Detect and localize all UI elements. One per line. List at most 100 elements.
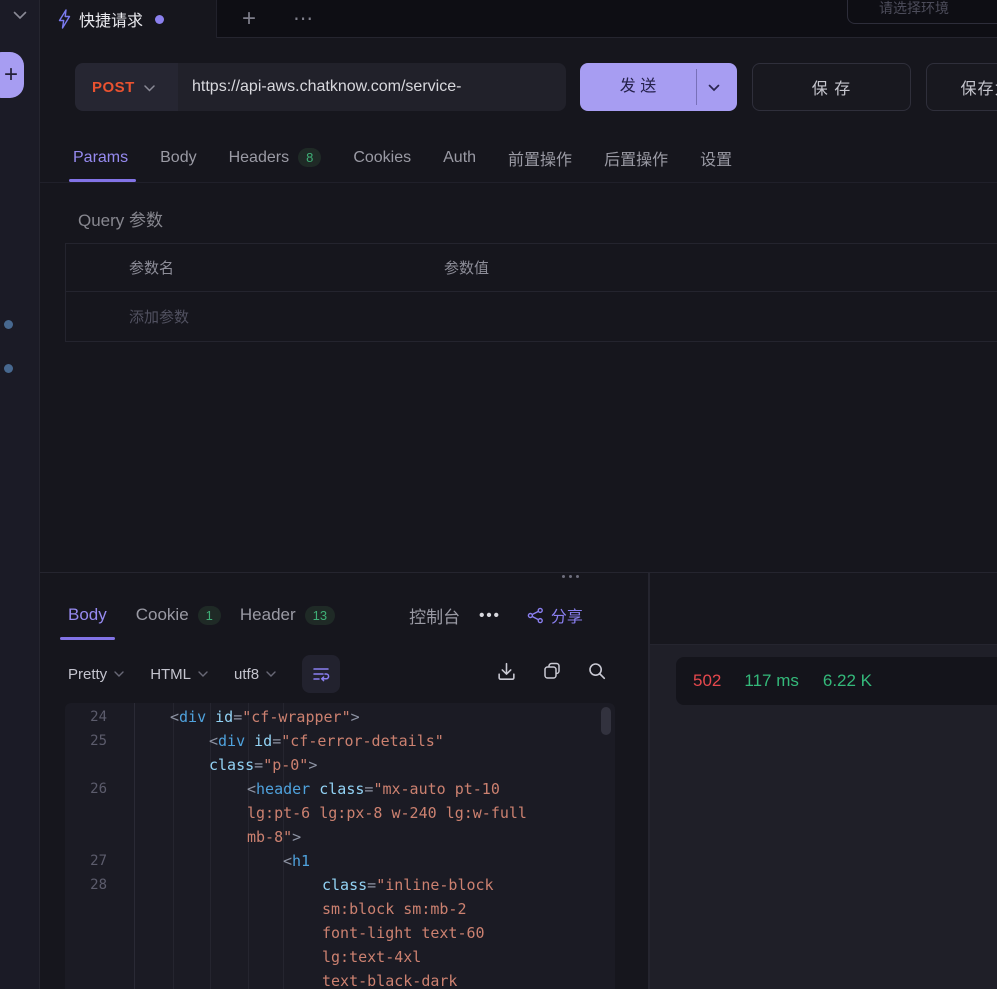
request-tab-后置操作[interactable]: 后置操作 bbox=[604, 134, 668, 182]
tab-label: 设置 bbox=[700, 146, 732, 170]
line-number: 26 bbox=[65, 777, 107, 801]
request-tab-Headers[interactable]: Headers8 bbox=[229, 134, 322, 182]
response-meta-header bbox=[650, 573, 997, 645]
save-as-button[interactable]: 保存为 bbox=[926, 63, 997, 111]
request-tab-Params[interactable]: Params bbox=[73, 134, 128, 182]
code-line[interactable]: lg:text-4xl bbox=[135, 945, 601, 969]
code-line[interactable]: <header class="mx-auto pt-10 bbox=[135, 777, 601, 801]
response-tab-Header[interactable]: Header13 bbox=[240, 590, 335, 640]
send-button[interactable]: 发 送 bbox=[580, 63, 737, 111]
tab-label: 后置操作 bbox=[604, 146, 668, 170]
request-tab-Body[interactable]: Body bbox=[160, 134, 196, 182]
code-line[interactable]: font-light text-60 bbox=[135, 921, 601, 945]
tab-label: 前置操作 bbox=[508, 146, 572, 170]
share-icon bbox=[527, 607, 544, 624]
response-tab-Body[interactable]: Body bbox=[68, 590, 107, 640]
line-number: 27 bbox=[65, 849, 107, 873]
tabs-overflow-icon[interactable]: ••• bbox=[479, 607, 501, 624]
send-label: 发 送 bbox=[580, 63, 696, 111]
tab-label: Headers bbox=[229, 149, 289, 167]
new-tab-button[interactable]: + bbox=[228, 0, 270, 37]
response-time: 117 ms bbox=[744, 671, 799, 691]
tab-label: Params bbox=[73, 149, 128, 167]
request-tab-Auth[interactable]: Auth bbox=[443, 134, 476, 182]
tab-label: 控制台 bbox=[409, 603, 460, 628]
search-icon[interactable] bbox=[587, 661, 607, 681]
divider bbox=[696, 69, 697, 105]
code-line[interactable]: mb-8"> bbox=[135, 825, 601, 849]
tab-title: 快捷请求 bbox=[79, 7, 143, 31]
new-request-button[interactable]: + bbox=[0, 52, 24, 98]
query-section-title: Query 参数 bbox=[78, 206, 163, 231]
code-line[interactable]: lg:pt-6 lg:px-8 w-240 lg:w-full bbox=[135, 801, 601, 825]
share-button[interactable]: 分享 bbox=[527, 603, 583, 627]
word-wrap-button[interactable] bbox=[302, 655, 340, 693]
method-select[interactable]: POST bbox=[75, 63, 178, 111]
code-line[interactable]: text-black-dark bbox=[135, 969, 601, 989]
rail-indicator-dot bbox=[4, 364, 13, 373]
tab-more-menu[interactable]: ⋯ bbox=[282, 0, 326, 37]
left-rail: + bbox=[0, 0, 40, 989]
environment-select[interactable]: 请选择环境 bbox=[847, 0, 997, 24]
response-tab-Cookie[interactable]: Cookie 1 bbox=[136, 590, 221, 640]
column-param-value: 参数值 bbox=[444, 257, 997, 278]
plus-icon: + bbox=[4, 61, 18, 89]
word-wrap-icon bbox=[312, 666, 330, 682]
request-tab-Cookies[interactable]: Cookies bbox=[353, 134, 411, 182]
code-line[interactable]: <div id="cf-wrapper"> bbox=[135, 705, 601, 729]
tab-label: Header bbox=[240, 605, 296, 625]
tab-label: Auth bbox=[443, 149, 476, 167]
language-select[interactable]: HTML bbox=[150, 666, 208, 683]
code-line[interactable]: class="p-0"> bbox=[135, 753, 601, 777]
code-lines: <div id="cf-wrapper"><div id="cf-error-d… bbox=[135, 705, 601, 989]
collapse-chevron-icon[interactable] bbox=[13, 11, 27, 20]
ellipsis-icon: ⋯ bbox=[293, 6, 315, 31]
add-param-row[interactable]: 添加参数 bbox=[66, 292, 997, 342]
tab-label: Body bbox=[68, 605, 107, 625]
tab-label: Cookies bbox=[353, 149, 411, 167]
request-tabs: Params Body Headers8 Cookies Auth 前置操作 后置操作 设置 bbox=[40, 133, 997, 183]
share-label: 分享 bbox=[551, 603, 583, 627]
tab-quick-request[interactable]: 快捷请求 bbox=[40, 0, 217, 38]
splitter-handle-icon[interactable] bbox=[562, 575, 579, 578]
query-params-table: 参数名 参数值 添加参数 bbox=[65, 243, 997, 342]
code-gutter: 2425262728 bbox=[65, 705, 125, 989]
response-status-bar: 502 117 ms 6.22 K bbox=[676, 657, 997, 705]
line-number: 25 bbox=[65, 729, 107, 753]
lightning-icon bbox=[57, 9, 72, 29]
request-tab-前置操作[interactable]: 前置操作 bbox=[508, 134, 572, 182]
tab-label: Body bbox=[160, 149, 196, 167]
status-code: 502 bbox=[693, 671, 721, 691]
environment-placeholder: 请选择环境 bbox=[879, 0, 949, 18]
encoding-select[interactable]: utf8 bbox=[234, 666, 276, 683]
encoding-value: utf8 bbox=[234, 666, 259, 683]
save-button[interactable]: 保 存 bbox=[752, 63, 911, 111]
editor-scrollbar[interactable] bbox=[601, 707, 611, 735]
add-param-label: 添加参数 bbox=[66, 306, 444, 327]
format-select[interactable]: Pretty bbox=[68, 666, 124, 683]
vertical-divider[interactable] bbox=[648, 573, 650, 989]
request-url-bar: POST https://api-aws.chatknow.com/servic… bbox=[75, 63, 566, 111]
code-line[interactable]: sm:block sm:mb-2 bbox=[135, 897, 601, 921]
chevron-down-icon[interactable] bbox=[708, 84, 720, 92]
app-window: + 快捷请求 + ⋯ 请选择环境 POST https://api-aws.ch… bbox=[0, 0, 997, 989]
response-body-editor[interactable]: 2425262728 <div id="cf-wrapper"><div id=… bbox=[65, 703, 615, 989]
rail-indicator-dot bbox=[4, 320, 13, 329]
code-line[interactable]: class="inline-block bbox=[135, 873, 601, 897]
code-line[interactable]: <div id="cf-error-details" bbox=[135, 729, 601, 753]
request-tab-设置[interactable]: 设置 bbox=[700, 134, 732, 182]
copy-icon[interactable] bbox=[542, 661, 562, 681]
code-line[interactable]: <h1 bbox=[135, 849, 601, 873]
response-tabs: Body Cookie 1 Header13 控制台 bbox=[68, 590, 463, 640]
response-tab-控制台[interactable]: 控制台 bbox=[409, 590, 463, 640]
download-icon[interactable] bbox=[496, 661, 517, 682]
count-badge: 1 bbox=[198, 606, 221, 625]
url-input[interactable]: https://api-aws.chatknow.com/service- bbox=[192, 63, 562, 111]
unsaved-dot-icon bbox=[155, 15, 164, 24]
method-label: POST bbox=[92, 79, 135, 96]
tab-label: Cookie bbox=[136, 605, 189, 625]
plus-icon: + bbox=[242, 5, 256, 33]
format-value: Pretty bbox=[68, 666, 107, 683]
language-value: HTML bbox=[150, 666, 191, 683]
table-header-row: 参数名 参数值 bbox=[66, 244, 997, 292]
